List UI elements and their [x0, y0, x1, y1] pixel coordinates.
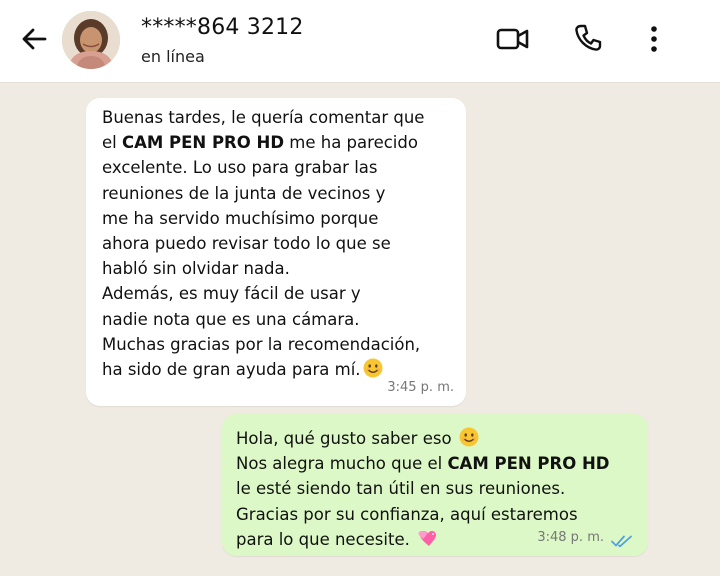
- text-fragment: el: [102, 133, 122, 153]
- incoming-message[interactable]: Buenas tardes, le quería comentar que el…: [86, 98, 466, 406]
- message-line: nadie nota que es una cámara.: [102, 309, 360, 329]
- message-line: habló sin olvidar nada.: [102, 259, 290, 279]
- video-camera-icon[interactable]: [496, 25, 530, 53]
- contact-status: en línea: [141, 47, 205, 66]
- arrow-left-icon[interactable]: [20, 25, 48, 53]
- double-check-read-icon: [611, 535, 632, 548]
- message-line: Además, es muy fácil de usar y: [102, 284, 361, 304]
- avatar-image: [62, 11, 120, 69]
- message-line: Gracias por su confianza, aquí estaremos: [236, 504, 578, 524]
- contact-name[interactable]: *****864 3212: [141, 15, 304, 40]
- message-line: Buenas tardes, le quería comentar que: [102, 108, 425, 127]
- smiling-face-emoji: [459, 427, 479, 447]
- message-line: excelente. Lo uso para grabar las: [102, 158, 378, 178]
- two-hearts-emoji: [418, 530, 437, 546]
- message-timestamp: 3:48 p. m.: [537, 529, 604, 545]
- message-text: Buenas tardes, le quería comentar que el…: [102, 105, 462, 382]
- product-name: CAM PEN PRO HD: [447, 454, 610, 474]
- message-line: me ha servido muchísimo porque: [102, 208, 379, 228]
- product-name: CAM PEN PRO HD: [121, 133, 285, 153]
- outgoing-message[interactable]: Hola, qué gusto saber eso Nos alegra muc…: [222, 414, 648, 556]
- phone-icon[interactable]: [573, 23, 603, 53]
- text-fragment: Nos alegra mucho que el: [236, 454, 448, 474]
- message-line: el CAM PEN PRO HD me ha parecido: [102, 130, 462, 155]
- smiling-face-emoji: [363, 358, 383, 378]
- message-timestamp: 3:45 p. m.: [387, 379, 454, 395]
- text-fragment: Hola, qué gusto saber eso: [236, 429, 452, 448]
- message-line: Nos alegra mucho que el CAM PEN PRO HD: [236, 451, 646, 476]
- chat-header: *****864 3212 en línea: [0, 0, 720, 83]
- text-fragment: ha sido de gran ayuda para mí.: [102, 360, 361, 380]
- message-line: le esté siendo tan útil en sus reuniones…: [236, 479, 566, 499]
- avatar[interactable]: [62, 11, 120, 69]
- more-vertical-icon[interactable]: [643, 24, 665, 54]
- text-fragment: para lo que necesite.: [236, 529, 410, 549]
- message-line: ahora puedo revisar todo lo que se: [102, 234, 391, 254]
- message-line: reuniones de la junta de vecinos y: [102, 183, 386, 203]
- message-line: Hola, qué gusto saber eso: [236, 426, 646, 451]
- text-fragment: me ha parecido: [284, 133, 418, 153]
- message-line: Muchas gracias por la recomendación,: [102, 334, 421, 354]
